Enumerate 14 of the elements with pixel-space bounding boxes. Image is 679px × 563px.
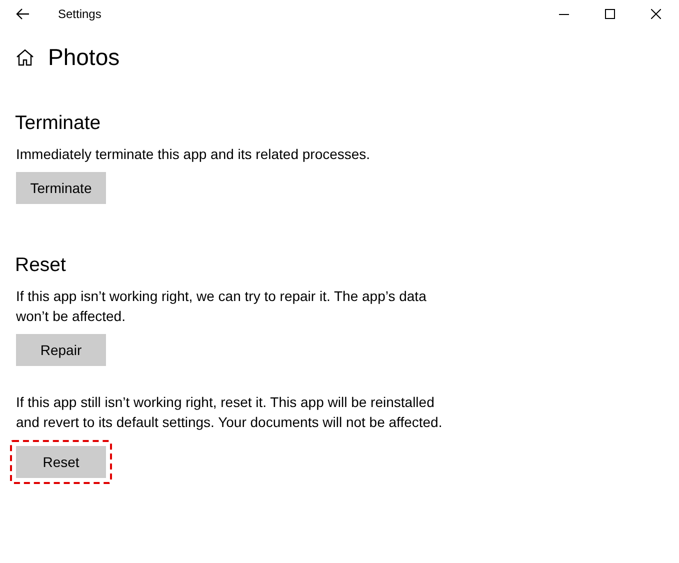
description-text: Immediately terminate this app and its related processes. [16,145,372,164]
section-heading: Reset [15,253,67,278]
window-title: Settings [58,7,102,21]
action-button[interactable]: Terminate [16,172,106,204]
description-text: If this app isn’t working right, we can try to repair it. The app’s data won’t be affected. [16,287,428,326]
description-text: If this app still isn’t working right, reset it. This app will be reinstalled and revert to its default settings. Your documents will not be affected. [16,393,444,432]
page-title: Photos [48,44,120,70]
action-button[interactable]: Repair [16,334,106,366]
home-icon[interactable] [16,48,34,66]
close-icon [651,9,661,19]
maximize-icon [605,9,615,19]
action-button[interactable]: Reset [16,446,106,478]
section-heading: Terminate [15,111,102,136]
back-arrow-icon [16,8,30,20]
